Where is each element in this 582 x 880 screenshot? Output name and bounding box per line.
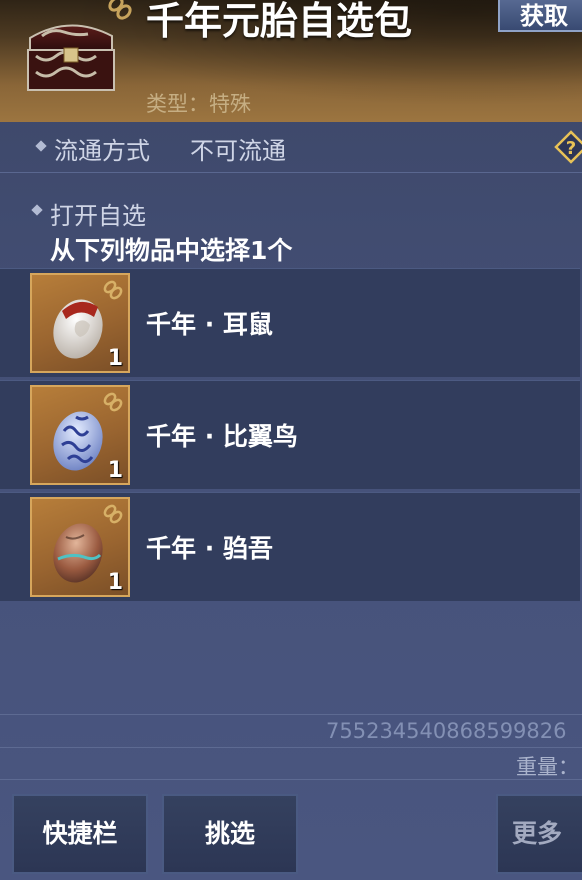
circulation-label: 流通方式	[54, 137, 150, 165]
item-quantity: 1	[107, 570, 123, 595]
treasure-chest-icon	[27, 24, 115, 91]
item-detail-panel: 千年元胎自选包 类型：特殊 获取 流通方式 不可流通 ? 打开自选 从下列物品中…	[0, 0, 582, 880]
divider	[0, 714, 582, 715]
quick-bar-button[interactable]: 快捷栏	[12, 794, 148, 874]
item-id-text: 755234540868599826	[326, 719, 567, 743]
pick-button[interactable]: 挑选	[162, 794, 298, 874]
item-header: 千年元胎自选包 类型：特殊	[0, 0, 582, 122]
item-name: 千年 · 比翼鸟	[146, 422, 298, 451]
choice-instruction: 从下列物品中选择1个	[50, 236, 293, 265]
obtain-button[interactable]: 获取	[498, 0, 582, 32]
weight-label: 重量：	[516, 755, 579, 779]
chain-link-icon	[108, 0, 132, 20]
open-choice-label: 打开自选	[50, 202, 146, 230]
item-title: 千年元胎自选包	[146, 0, 413, 43]
list-item[interactable]: 1 千年 · 比翼鸟	[0, 380, 580, 489]
divider	[0, 779, 582, 780]
bullet-diamond-icon	[31, 204, 43, 216]
svg-text:?: ?	[566, 138, 576, 159]
chain-link-icon	[103, 392, 123, 412]
circulation-row: 流通方式 不可流通	[0, 122, 582, 173]
item-slot[interactable]: 1	[30, 385, 130, 485]
circulation-value: 不可流通	[190, 137, 286, 165]
question-diamond-icon[interactable]: ?	[554, 130, 582, 164]
item-slot[interactable]: 1	[30, 497, 130, 597]
item-quantity: 1	[107, 346, 123, 371]
divider	[0, 747, 582, 748]
more-button[interactable]: 更多	[496, 794, 582, 874]
item-type-label: 类型：特殊	[146, 92, 251, 116]
list-item[interactable]: 1 千年 · 驺吾	[0, 492, 580, 601]
bullet-diamond-icon	[35, 140, 47, 152]
list-item[interactable]: 1 千年 · 耳鼠	[0, 268, 580, 377]
item-name: 千年 · 耳鼠	[146, 310, 273, 339]
item-quantity: 1	[107, 458, 123, 483]
reward-item-list: 1 千年 · 耳鼠 1 千年 · 比翼鸟 1 千年 · 驺吾	[0, 268, 582, 604]
item-slot[interactable]: 1	[30, 273, 130, 373]
item-name: 千年 · 驺吾	[146, 534, 273, 563]
chain-link-icon	[103, 504, 123, 524]
chain-link-icon	[103, 280, 123, 300]
